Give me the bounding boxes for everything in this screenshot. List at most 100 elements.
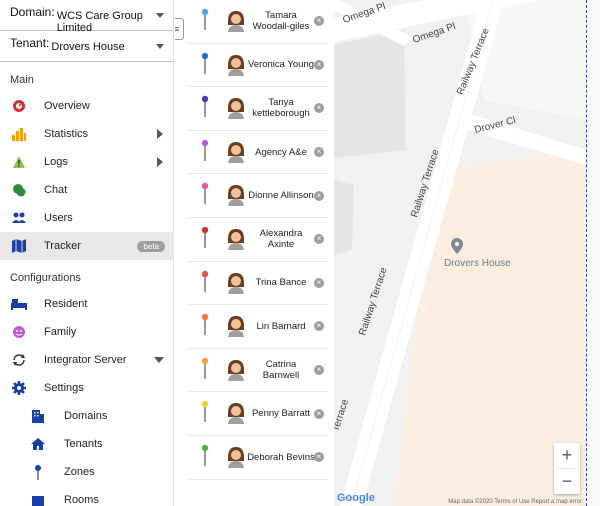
nav-resident[interactable]: Resident <box>0 290 173 318</box>
avatar-icon <box>228 228 244 250</box>
person-name: Catrina Barnwell <box>262 359 300 382</box>
pin-icon <box>201 95 209 118</box>
avatar-icon <box>228 316 244 338</box>
nav-zones[interactable]: Zones <box>0 458 173 486</box>
remove-icon[interactable]: × <box>314 190 324 201</box>
tenant-label: Tenant: <box>10 36 50 50</box>
pin-icon <box>201 52 209 74</box>
nav-label: Chat <box>44 184 68 196</box>
nav-overview[interactable]: Overview <box>0 92 173 120</box>
avatar-icon <box>228 98 244 120</box>
pin-icon <box>30 464 46 480</box>
person-row[interactable]: Tamara Woodall-giles × <box>187 0 328 44</box>
remove-icon[interactable]: × <box>314 321 324 332</box>
person-row[interactable]: Alexandra Axinte × <box>187 218 328 262</box>
remove-icon[interactable]: × <box>314 452 324 463</box>
nav-settings[interactable]: Settings <box>0 374 173 402</box>
remove-icon[interactable]: × <box>314 16 324 27</box>
nav-logs[interactable]: Logs <box>0 148 173 176</box>
nav-chat[interactable]: Chat <box>0 176 173 204</box>
nav-users[interactable]: Users <box>0 204 173 232</box>
person-name: Tanya kettleborough <box>252 97 310 120</box>
tracker-person-list: ≡ Tamara Woodall-giles × Veronica Young × Ta… <box>175 0 334 506</box>
person-row[interactable]: Catrina Barnwell × <box>187 349 328 393</box>
nav-family[interactable]: Family <box>0 318 173 346</box>
person-name: Alexandra Axinte <box>259 228 303 251</box>
chevron-right-icon <box>157 129 163 139</box>
section-configurations: Configurations <box>10 272 81 284</box>
zoom-control: + − <box>554 443 580 494</box>
chat-icon <box>11 182 27 198</box>
sidebar: Domain: WCS Care Group Limited Tenant: D… <box>0 0 174 506</box>
tenant-value: Drovers House <box>51 41 125 53</box>
gear-icon <box>11 380 27 396</box>
remove-icon[interactable]: × <box>314 59 324 70</box>
tenant-select[interactable]: Tenant: Drovers House <box>0 31 173 62</box>
remove-icon[interactable]: × <box>314 234 324 245</box>
pin-icon <box>201 357 209 379</box>
location-pin-icon[interactable] <box>451 238 463 254</box>
person-row[interactable]: Veronica Young × <box>187 44 328 88</box>
remove-icon[interactable]: × <box>314 147 324 158</box>
map-icon <box>11 238 27 254</box>
nav-tenants[interactable]: Tenants <box>0 430 173 458</box>
avatar-icon <box>228 446 244 468</box>
person-name: Trina Bance <box>255 277 307 289</box>
place-label: Drovers House <box>444 258 511 269</box>
chevron-down-icon <box>156 44 164 49</box>
menu-toggle-button[interactable]: ≡ <box>175 18 184 40</box>
menu-icon: ≡ <box>175 23 180 34</box>
pin-icon <box>201 8 209 30</box>
person-row[interactable]: Agency A&e × <box>187 131 328 175</box>
zoom-out-button[interactable]: − <box>554 469 580 494</box>
nav-label: Family <box>44 326 77 338</box>
remove-icon[interactable]: × <box>314 103 324 114</box>
map-view[interactable]: Omega Pl Omega Pl Railway Terrace Drover… <box>334 0 586 506</box>
domain-select[interactable]: Domain: WCS Care Group Limited <box>0 0 173 34</box>
people-list: Tamara Woodall-giles × Veronica Young × Tany… <box>175 0 334 480</box>
nav-rooms[interactable]: Rooms <box>0 486 173 506</box>
chevron-down-icon <box>154 357 164 363</box>
person-row[interactable]: Tanya kettleborough × <box>187 87 328 131</box>
speedometer-icon <box>11 98 27 114</box>
avatar-icon <box>228 141 244 163</box>
beta-badge: beta <box>137 240 165 252</box>
person-name: Lin Barnard <box>256 320 306 332</box>
avatar-icon <box>228 272 244 294</box>
chevron-down-icon <box>156 13 164 18</box>
page-right-edge <box>586 0 600 506</box>
remove-icon[interactable]: × <box>314 277 324 288</box>
pin-icon <box>201 139 209 161</box>
person-row[interactable]: Lin Barnard × <box>187 305 328 349</box>
nav-integrator-server[interactable]: Integrator Server <box>0 346 173 374</box>
google-logo: Google <box>337 492 375 504</box>
pin-icon <box>201 401 209 423</box>
avatar-icon <box>228 185 244 207</box>
person-name: Agency A&e <box>255 146 307 158</box>
nav-tracker[interactable]: Tracker beta <box>0 232 173 260</box>
nav-label: Resident <box>44 298 88 310</box>
person-row[interactable]: Deborah Bevins × <box>187 436 328 480</box>
avatar-icon <box>228 403 244 425</box>
family-icon <box>11 324 27 340</box>
person-name: Veronica Young <box>247 59 315 71</box>
nav-label: Overview <box>44 100 90 112</box>
zoom-in-button[interactable]: + <box>554 443 580 468</box>
nav-label: Zones <box>64 466 95 478</box>
nav-label: Integrator Server <box>44 354 127 366</box>
sync-icon <box>11 352 27 368</box>
users-icon <box>11 210 27 226</box>
remove-icon[interactable]: × <box>314 408 324 419</box>
map-credit: Map data ©2020 Terms of Use Report a map… <box>448 499 582 505</box>
nav-label: Tenants <box>64 438 103 450</box>
person-row[interactable]: Dionne Allinson × <box>187 174 328 218</box>
pin-icon <box>201 183 209 205</box>
person-row[interactable]: Penny Barratt × <box>187 392 328 436</box>
remove-icon[interactable]: × <box>314 365 324 376</box>
avatar-icon <box>228 11 244 32</box>
nav-domains[interactable]: Domains <box>0 402 173 430</box>
room-icon <box>30 492 46 506</box>
avatar-icon <box>228 359 244 381</box>
nav-statistics[interactable]: Statistics <box>0 120 173 148</box>
person-row[interactable]: Trina Bance × <box>187 262 328 306</box>
